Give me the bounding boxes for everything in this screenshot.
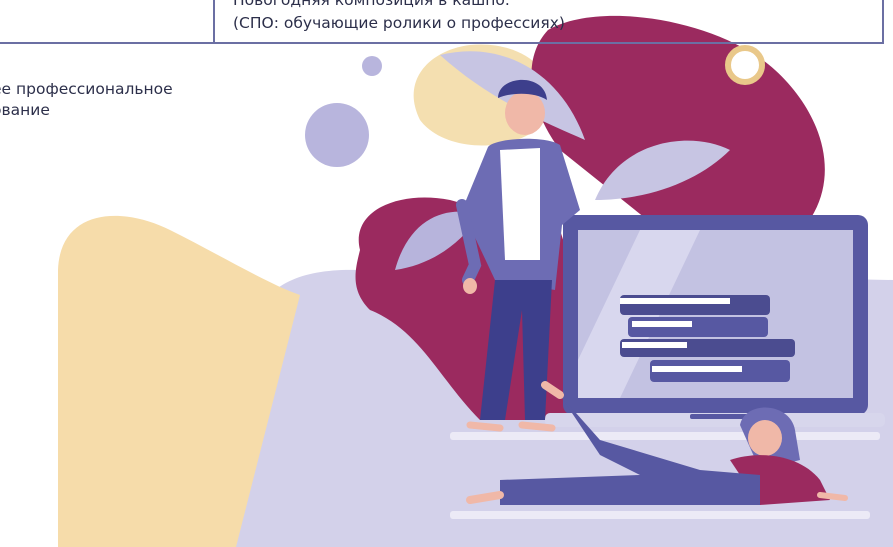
table-cell-line-1: Новогодняя композиция в кашпо. [233,0,510,9]
category-label: ее профессиональное ование [0,79,282,121]
table-divider [213,0,215,42]
category-line-1: ее профессиональное [0,80,173,98]
floor-line-upper [450,432,880,440]
circle-large [305,103,369,167]
category-line-2: ование [0,101,50,119]
circle-small [362,56,382,76]
table-cell-line-2: (СПО: обучающие ролики о профессиях) [233,14,565,32]
circle-white [725,45,765,85]
floor-line-lower [450,511,870,519]
